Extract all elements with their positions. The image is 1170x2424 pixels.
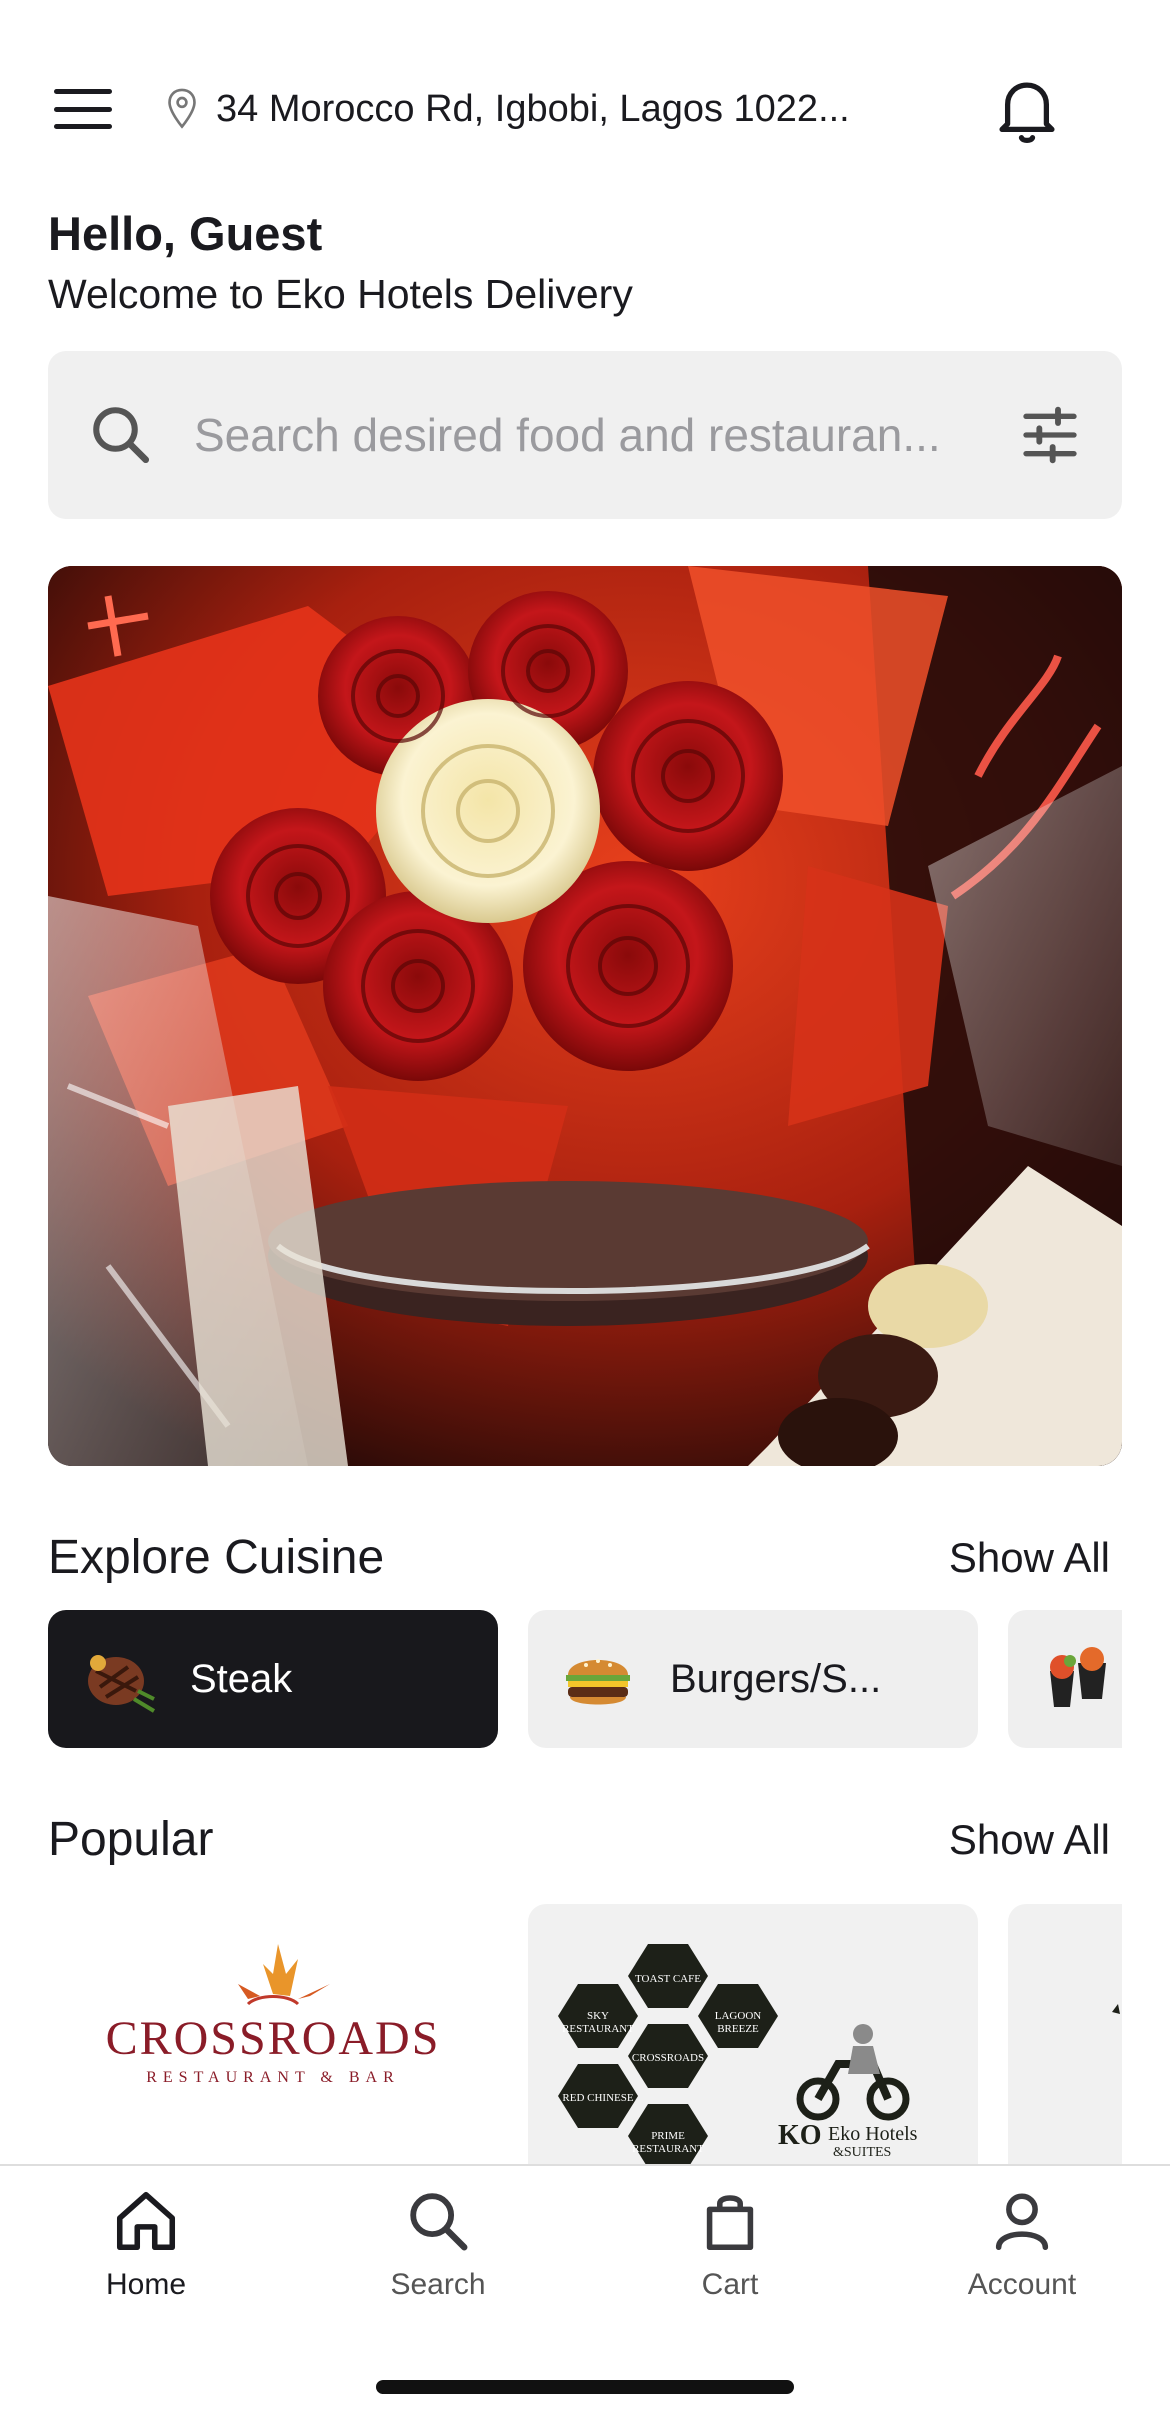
popular-card-list: CROSSROADS RESTAURANT & BAR TOAST CAFE S… <box>48 1904 1122 2164</box>
svg-text:RESTAURANT: RESTAURANT <box>632 2143 704 2155</box>
cuisine-chip-burgers[interactable]: Burgers/S... <box>528 1610 978 1748</box>
home-indicator[interactable] <box>376 2380 794 2394</box>
svg-text:BREEZE: BREEZE <box>717 2023 759 2035</box>
svg-text:SKY: SKY <box>587 2010 609 2022</box>
popular-card-partial[interactable] <box>1008 1904 1122 2164</box>
svg-text:CROSSROADS: CROSSROADS <box>106 2012 441 2065</box>
cuisine-chip-list: Steak Burgers/S... <box>48 1610 1122 1750</box>
salad-cup-icon <box>1050 1647 1106 1707</box>
greeting-subtitle: Welcome to Eko Hotels Delivery <box>48 271 633 317</box>
greeting: Hello, Guest Welcome to Eko Hotels Deliv… <box>48 206 633 318</box>
popular-card-crossroads[interactable]: CROSSROADS RESTAURANT & BAR <box>48 1904 498 2164</box>
popular-title: Popular <box>48 1813 214 1866</box>
popular-show-all-link[interactable]: Show All <box>949 1816 1110 1864</box>
top-bar: 34 Morocco Rd, Igbobi, Lagos 1022... <box>48 64 1122 154</box>
burger-icon <box>566 1659 630 1705</box>
user-icon <box>995 2193 1049 2251</box>
popular-card-eko-hotels[interactable]: TOAST CAFE SKY RESTAURANT LAGOON BREEZE CR… <box>528 1904 978 2164</box>
hamburger-menu-icon[interactable] <box>48 79 118 139</box>
svg-text:RESTAURANT & BAR: RESTAURANT & BAR <box>146 2069 400 2086</box>
nav-home[interactable]: Home <box>46 2186 246 2302</box>
home-icon <box>116 2191 176 2251</box>
magnifier-icon <box>93 407 150 464</box>
promo-banner-image <box>48 566 1122 1466</box>
nav-cart-label: Cart <box>701 2268 759 2301</box>
delivery-location[interactable]: 34 Morocco Rd, Igbobi, Lagos 1022... <box>164 87 884 131</box>
bell-icon[interactable] <box>992 74 1062 146</box>
sliders-icon[interactable] <box>1018 403 1082 467</box>
svg-text:&SUITES: &SUITES <box>833 2145 891 2160</box>
nav-home-label: Home <box>105 2268 187 2301</box>
cuisine-chip-label: Burgers/S... <box>670 1656 882 1701</box>
svg-text:RESTAURANT: RESTAURANT <box>562 2023 634 2035</box>
search-icon <box>410 2193 468 2251</box>
explore-cuisine-header: Explore Cuisine Show All <box>48 1530 1110 1585</box>
svg-text:TOAST CAFE: TOAST CAFE <box>635 1973 701 1985</box>
nav-search-label: Search <box>390 2268 486 2301</box>
nav-account[interactable]: Account <box>922 2186 1122 2302</box>
map-pin-icon <box>168 88 196 129</box>
steak-icon <box>88 1655 156 1713</box>
eko-hotels-logo: TOAST CAFE SKYRESTAURANT LAGOONBREEZE CR… <box>558 1944 918 2164</box>
greeting-title: Hello, Guest <box>48 207 323 260</box>
svg-text:RED CHINESE: RED CHINESE <box>562 2092 633 2104</box>
cuisine-chip-label: Steak <box>190 1656 293 1701</box>
crossroads-logo: CROSSROADS RESTAURANT & BAR <box>106 1944 441 2086</box>
location-address: 34 Morocco Rd, Igbobi, Lagos 1022... <box>216 87 850 130</box>
search-bar[interactable] <box>48 351 1122 519</box>
svg-text:KO: KO <box>778 2120 822 2151</box>
promo-banner[interactable] <box>48 566 1122 1466</box>
nav-account-label: Account <box>967 2268 1077 2301</box>
search-input[interactable] <box>194 408 994 462</box>
cuisine-chip-partial[interactable] <box>1008 1610 1122 1748</box>
explore-cuisine-title: Explore Cuisine <box>48 1531 385 1584</box>
partial-logo <box>1112 2004 1120 2014</box>
svg-text:CROSSROADS: CROSSROADS <box>632 2052 704 2064</box>
shopping-bag-icon <box>706 2195 754 2251</box>
nav-cart[interactable]: Cart <box>630 2186 830 2302</box>
svg-text:PRIME: PRIME <box>651 2130 685 2142</box>
popular-header: Popular Show All <box>48 1812 1110 1867</box>
explore-show-all-link[interactable]: Show All <box>949 1534 1110 1582</box>
svg-text:LAGOON: LAGOON <box>715 2010 761 2022</box>
svg-text:Eko Hotels: Eko Hotels <box>828 2123 918 2145</box>
nav-search[interactable]: Search <box>338 2186 538 2302</box>
cuisine-chip-steak[interactable]: Steak <box>48 1610 498 1748</box>
